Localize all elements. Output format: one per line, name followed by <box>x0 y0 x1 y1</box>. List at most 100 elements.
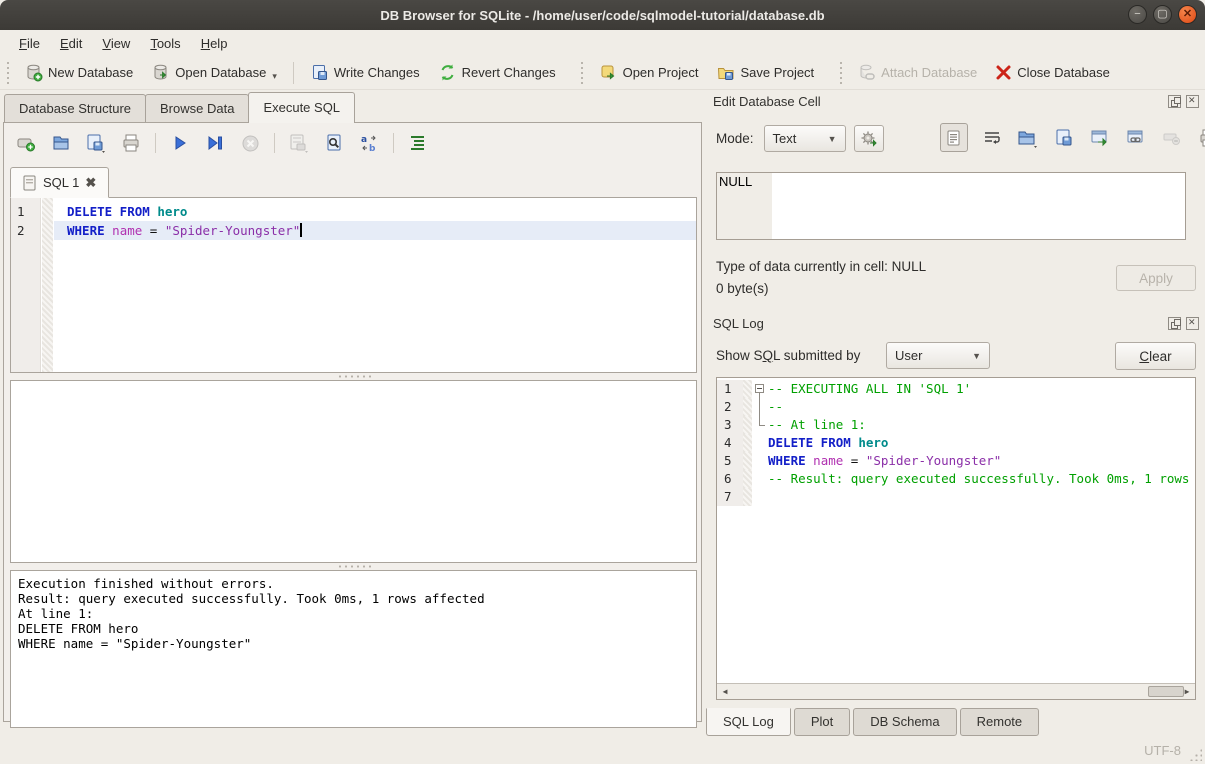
sql-log-line: 1-- EXECUTING ALL IN 'SQL 1' <box>717 380 1195 398</box>
text-cursor <box>300 223 302 237</box>
stop-icon[interactable] <box>238 131 262 155</box>
menu-item-edit[interactable]: Edit <box>51 33 91 54</box>
copy-link-icon[interactable] <box>1124 126 1148 150</box>
tab-execute-sql[interactable]: Execute SQL <box>248 92 355 123</box>
close-dock-icon[interactable] <box>1186 317 1199 330</box>
float-dock-icon[interactable] <box>1168 317 1181 330</box>
sql-log-dock-buttons <box>1168 317 1199 330</box>
save-project-button[interactable]: Save Project <box>707 59 823 86</box>
find-icon[interactable] <box>322 131 346 155</box>
horizontal-splitter[interactable] <box>10 373 697 380</box>
write-changes-button[interactable]: Write Changes <box>301 59 429 86</box>
execution-messages[interactable]: Execution finished without errors. Resul… <box>10 570 697 728</box>
new-sql-tab-icon[interactable] <box>14 131 38 155</box>
cell-mode-row: Mode: Text▼ <box>716 125 884 152</box>
close-sql-tab-icon[interactable]: ✖ <box>85 175 96 191</box>
import-file-icon[interactable] <box>1016 126 1040 150</box>
tab-remote[interactable]: Remote <box>960 708 1040 736</box>
horizontal-scrollbar[interactable]: ◀ ▶ <box>717 683 1195 699</box>
scroll-right-icon[interactable]: ▶ <box>1179 684 1195 699</box>
title-bar[interactable]: DB Browser for SQLite - /home/user/code/… <box>0 0 1205 30</box>
minimize-button[interactable]: − <box>1128 5 1147 24</box>
open-external-icon[interactable] <box>1088 126 1112 150</box>
menu-bar: FileEditViewToolsHelp <box>0 30 1205 56</box>
sql-log-filter-select[interactable]: User▼ <box>886 342 990 369</box>
open-database-dropdown-arrow[interactable]: ▾ <box>272 71 277 82</box>
apply-button[interactable]: Apply <box>1116 265 1196 291</box>
menu-item-file[interactable]: File <box>10 33 49 54</box>
toolbar-separator <box>274 133 275 153</box>
results-grid[interactable] <box>10 380 697 563</box>
open-sql-file-icon[interactable] <box>49 131 73 155</box>
open-project-button[interactable]: Open Project <box>590 59 708 86</box>
close-database-button[interactable]: Close Database <box>986 60 1119 85</box>
write-changes-icon <box>310 63 329 82</box>
save-sql-file-icon[interactable] <box>84 131 108 155</box>
app-window: DB Browser for SQLite - /home/user/code/… <box>0 0 1205 764</box>
format-sql-icon[interactable] <box>406 131 430 155</box>
attach-database-button[interactable]: Attach Database <box>848 59 986 86</box>
project-save-icon <box>716 63 735 82</box>
mode-select[interactable]: Text▼ <box>764 125 846 152</box>
find-replace-icon[interactable]: ab <box>357 131 381 155</box>
export-file-icon[interactable] <box>1052 126 1076 150</box>
menu-item-help[interactable]: Help <box>192 33 237 54</box>
clear-log-button[interactable]: Clear <box>1115 342 1196 370</box>
float-dock-icon[interactable] <box>1168 95 1181 108</box>
new-database-button[interactable]: New Database <box>15 59 142 86</box>
sql-log-line: 7 <box>717 488 1195 506</box>
sql-log-dock-title: SQL Log <box>713 316 764 331</box>
tab-sql-log[interactable]: SQL Log <box>706 708 791 736</box>
tab-plot[interactable]: Plot <box>794 708 850 736</box>
scroll-left-icon[interactable]: ◀ <box>717 684 733 699</box>
resize-grip-icon[interactable] <box>1189 748 1202 761</box>
sql-log-filter-label: Show SQL submitted by <box>716 348 860 363</box>
cell-size-info: 0 byte(s) <box>716 281 769 296</box>
editor-line[interactable]: 1DELETE FROM hero <box>11 202 696 221</box>
toolbar-drag-handle[interactable] <box>579 62 586 84</box>
editor-line[interactable]: 2WHERE name = "Spider-Youngster" <box>11 221 696 240</box>
save-results-icon[interactable] <box>287 131 311 155</box>
main-toolbar: New Database Open Database ▾ Write Chang… <box>0 56 1205 90</box>
menu-item-tools[interactable]: Tools <box>141 33 189 54</box>
chevron-down-icon: ▼ <box>828 134 837 144</box>
tab-db-schema[interactable]: DB Schema <box>853 708 956 736</box>
main-tab-bar: Database StructureBrowse DataExecute SQL <box>4 94 354 123</box>
print-icon[interactable] <box>119 131 143 155</box>
word-wrap-icon[interactable] <box>980 126 1004 150</box>
cell-editor-toolbar <box>940 123 1205 152</box>
close-dock-icon[interactable] <box>1186 95 1199 108</box>
fold-collapse-icon[interactable] <box>755 384 764 393</box>
sql-log-line: 3-- At line 1: <box>717 416 1195 434</box>
tab-browse-data[interactable]: Browse Data <box>145 94 249 123</box>
cell-value-editor[interactable]: NULL <box>716 172 1186 240</box>
execute-line-icon[interactable] <box>203 131 227 155</box>
sql-log-line: 5WHERE name = "Spider-Youngster" <box>717 452 1195 470</box>
sql-log-line: 6-- Result: query executed successfully.… <box>717 470 1195 488</box>
menu-item-view[interactable]: View <box>93 33 139 54</box>
print-icon[interactable] <box>1196 126 1205 150</box>
sql-document-icon <box>23 175 37 191</box>
toolbar-drag-handle[interactable] <box>4 62 11 84</box>
toolbar-drag-handle[interactable] <box>837 62 844 84</box>
edit-cell-dock-buttons <box>1168 95 1199 108</box>
right-panel: Edit Database Cell Mode: Text▼ NULL <box>705 90 1205 736</box>
close-button[interactable]: ✕ <box>1178 5 1197 24</box>
database-new-icon <box>24 63 43 82</box>
cell-null-indicator: NULL <box>717 173 772 239</box>
tab-database-structure[interactable]: Database Structure <box>4 94 146 123</box>
auto-switch-mode-button[interactable] <box>854 125 884 152</box>
sql-log-view[interactable]: 1-- EXECUTING ALL IN 'SQL 1'2--3-- At li… <box>716 377 1196 700</box>
maximize-button[interactable]: ▢ <box>1153 5 1172 24</box>
text-document-toggle-icon[interactable] <box>940 123 968 152</box>
open-database-button[interactable]: Open Database ▾ <box>142 59 286 86</box>
sql-code-editor[interactable]: 1DELETE FROM hero2WHERE name = "Spider-Y… <box>10 197 697 373</box>
encoding-indicator[interactable]: UTF-8 <box>1144 743 1181 758</box>
revert-changes-button[interactable]: Revert Changes <box>429 59 565 86</box>
database-close-icon <box>995 64 1012 81</box>
set-null-icon[interactable] <box>1160 126 1184 150</box>
sql-file-tab[interactable]: SQL 1 ✖ <box>10 167 109 198</box>
cell-type-info: Type of data currently in cell: NULL <box>716 259 926 274</box>
horizontal-splitter[interactable] <box>10 563 697 570</box>
execute-all-icon[interactable] <box>168 131 192 155</box>
